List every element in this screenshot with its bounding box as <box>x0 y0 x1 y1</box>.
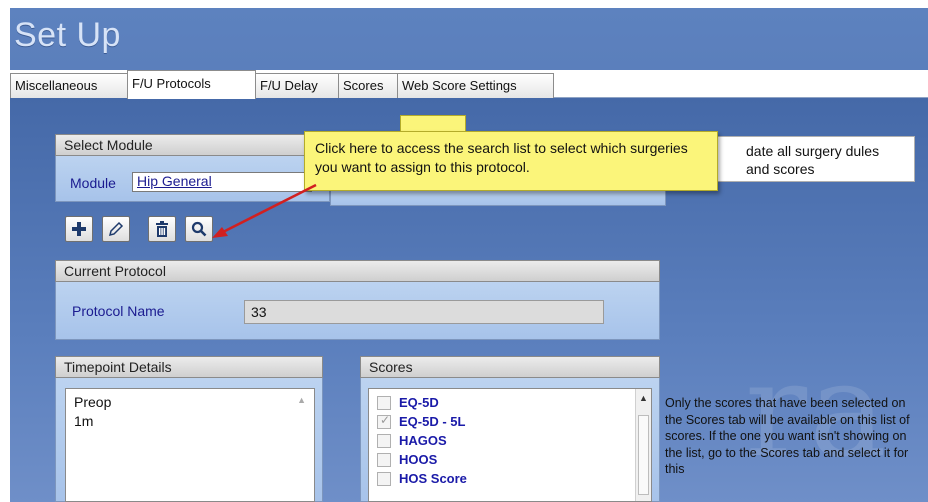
callout-arrow <box>212 183 317 238</box>
